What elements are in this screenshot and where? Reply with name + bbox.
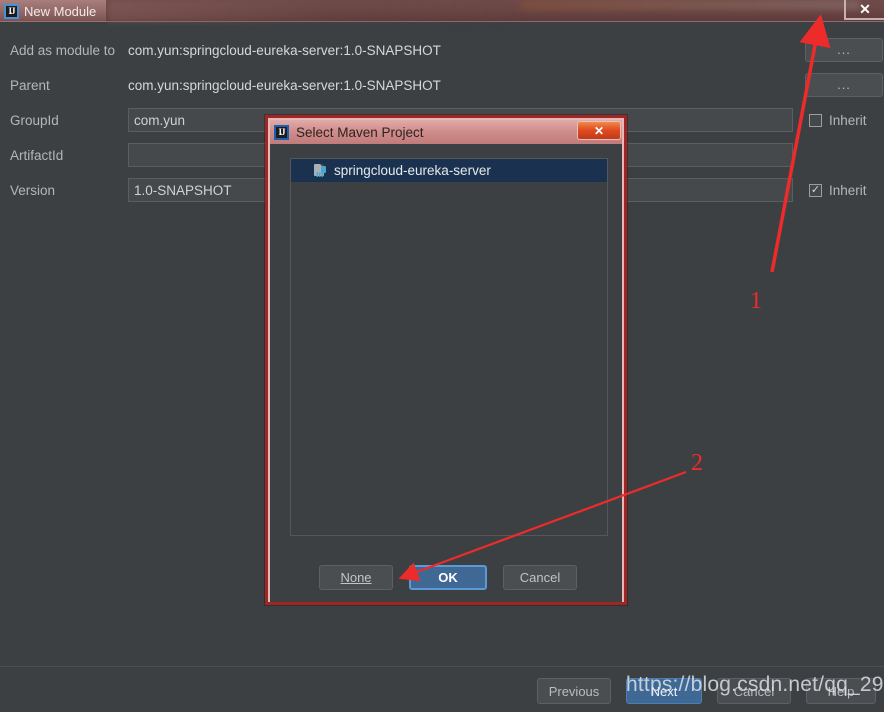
intellij-idea-icon: IJ: [274, 124, 289, 140]
label-artifact-id: ArtifactId: [10, 147, 64, 163]
browse-add-as-module-to-button[interactable]: ...: [805, 38, 883, 62]
window-close-icon[interactable]: ✕: [844, 0, 884, 20]
next-button[interactable]: Next: [626, 678, 702, 704]
dialog-cancel-button[interactable]: Cancel: [503, 565, 577, 590]
inherit-group-id-group[interactable]: Inherit: [809, 113, 867, 128]
dialog-title: Select Maven Project: [296, 124, 424, 140]
row-add-as-module-to: Add as module to com.yun:springcloud-eur…: [0, 36, 884, 64]
titlebar-blurred-region-right: [520, 0, 860, 10]
cancel-button[interactable]: Cancel: [717, 678, 791, 704]
previous-button[interactable]: Previous: [537, 678, 611, 704]
new-module-window: IJ New Module ✕ Add as module to com.yun…: [0, 0, 884, 712]
inherit-version-checkbox[interactable]: ✓: [809, 183, 822, 197]
wizard-button-bar: Previous Next Cancel Help: [0, 666, 884, 712]
none-button[interactable]: None: [319, 565, 393, 590]
ok-button[interactable]: OK: [409, 565, 487, 590]
value-add-as-module-to: com.yun:springcloud-eureka-server:1.0-SN…: [128, 42, 441, 58]
window-title-group: IJ New Module: [0, 0, 107, 22]
dialog-close-icon[interactable]: ✕: [577, 121, 621, 140]
inherit-version-group[interactable]: ✓ Inherit: [809, 183, 867, 198]
select-maven-project-dialog: IJ Select Maven Project ✕ m springcloud-…: [265, 115, 627, 605]
label-version: Version: [10, 182, 56, 198]
window-title: New Module: [24, 3, 97, 19]
label-add-as-module-to: Add as module to: [10, 42, 116, 58]
inherit-version-label: Inherit: [829, 182, 867, 198]
intellij-idea-icon: IJ: [4, 3, 19, 19]
maven-project-list[interactable]: m springcloud-eureka-server: [290, 158, 608, 536]
none-button-label: None: [340, 570, 372, 585]
browse-parent-button[interactable]: ...: [805, 73, 883, 97]
row-parent: Parent com.yun:springcloud-eureka-server…: [0, 71, 884, 99]
dialog-button-row: None OK Cancel: [270, 565, 626, 590]
inherit-group-id-checkbox[interactable]: [809, 113, 822, 127]
list-item[interactable]: m springcloud-eureka-server: [291, 159, 607, 182]
label-group-id: GroupId: [10, 112, 59, 128]
window-titlebar: IJ New Module ✕: [0, 0, 884, 22]
inherit-group-id-label: Inherit: [829, 112, 867, 128]
dialog-body: m springcloud-eureka-server None OK Canc…: [270, 144, 622, 602]
titlebar-blurred-region: [108, 0, 528, 22]
help-button[interactable]: Help: [806, 678, 876, 704]
label-parent: Parent: [10, 77, 50, 93]
dialog-titlebar: IJ Select Maven Project: [270, 120, 622, 144]
maven-project-icon: m: [313, 163, 327, 178]
list-item-label: springcloud-eureka-server: [334, 163, 491, 178]
value-parent: com.yun:springcloud-eureka-server:1.0-SN…: [128, 77, 441, 93]
